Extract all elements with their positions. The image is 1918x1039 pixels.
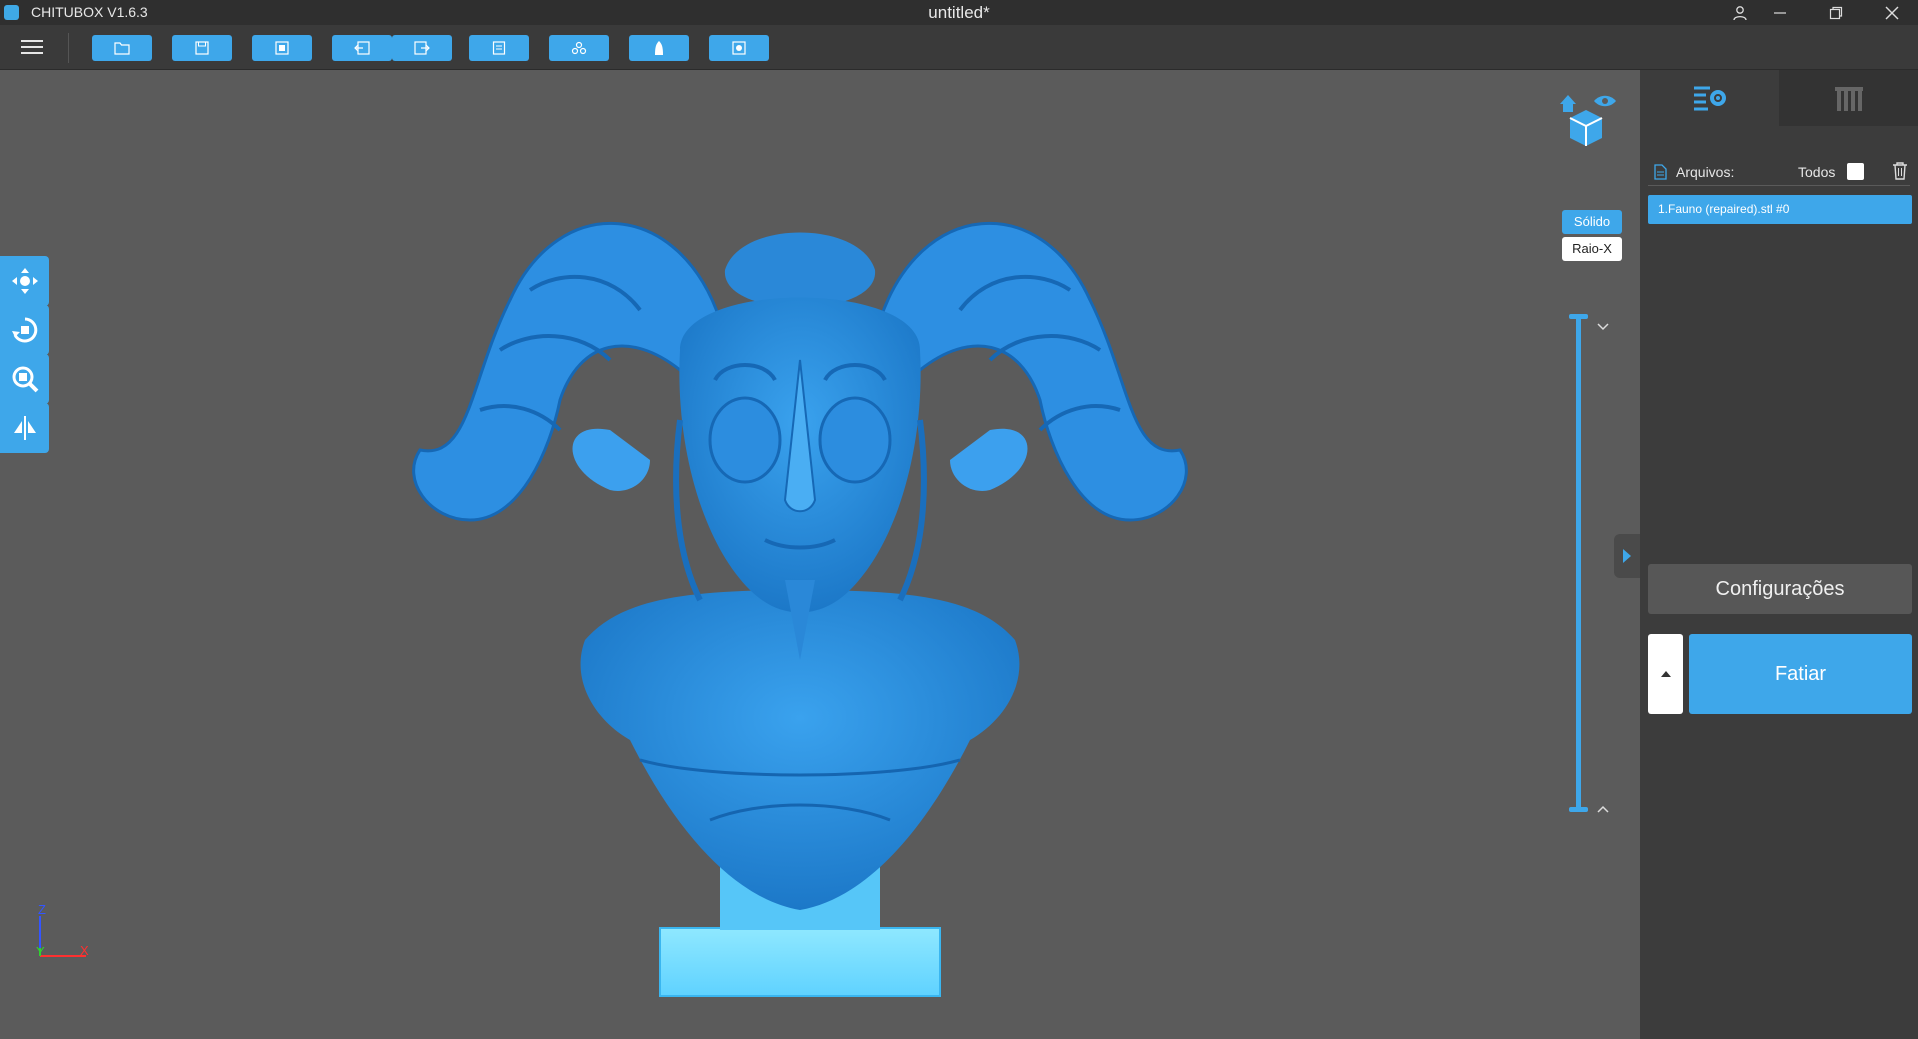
hamburger-menu-button[interactable] bbox=[18, 36, 46, 58]
home-view-icon[interactable] bbox=[1556, 90, 1616, 154]
supports-icon bbox=[1834, 87, 1863, 111]
trash-icon[interactable] bbox=[1892, 162, 1908, 180]
right-panel: Arquivos: Todos 1.Fauno (repaired).stl #… bbox=[1640, 70, 1918, 1039]
restore-icon bbox=[1829, 6, 1843, 19]
hollow-button[interactable] bbox=[629, 35, 689, 61]
xray-mode-button[interactable]: Raio-X bbox=[1562, 237, 1622, 261]
main-toolbar bbox=[0, 25, 1918, 70]
view-cube[interactable] bbox=[1556, 90, 1616, 154]
files-label: Arquivos: bbox=[1676, 164, 1735, 180]
scale-icon bbox=[12, 366, 38, 393]
copies-icon bbox=[571, 41, 587, 55]
save-file-button[interactable] bbox=[172, 35, 232, 61]
close-button[interactable] bbox=[1868, 0, 1916, 25]
caret-up-icon bbox=[1660, 671, 1671, 677]
select-all-checkbox[interactable] bbox=[1847, 163, 1864, 180]
multiply-button[interactable] bbox=[549, 35, 609, 61]
rotate-tool-button[interactable] bbox=[0, 305, 49, 355]
app-logo-icon bbox=[4, 5, 19, 20]
file-icon bbox=[1654, 164, 1667, 180]
file-list-item[interactable]: 1.Fauno (repaired).stl #0 bbox=[1648, 195, 1912, 224]
list-icon bbox=[492, 41, 506, 55]
user-icon bbox=[1733, 5, 1747, 20]
frame-icon bbox=[275, 41, 289, 55]
slice-button[interactable]: Fatiar bbox=[1689, 634, 1912, 714]
axis-indicator: Z Y X bbox=[30, 898, 100, 968]
slice-options-button[interactable] bbox=[1648, 634, 1683, 714]
move-tool-button[interactable] bbox=[0, 256, 49, 306]
hollow-icon bbox=[655, 41, 663, 55]
rotate-icon bbox=[11, 317, 37, 343]
folder-icon bbox=[114, 42, 130, 55]
undo-icon bbox=[354, 41, 370, 55]
panel-toggle-button[interactable] bbox=[1614, 534, 1640, 578]
axis-x-label: X bbox=[80, 943, 89, 958]
panel-tabs bbox=[1640, 70, 1918, 126]
chevron-up-icon bbox=[1597, 805, 1609, 813]
redo-button[interactable] bbox=[392, 35, 452, 61]
title-bar: CHITUBOX V1.6.3 untitled* bbox=[0, 0, 1918, 25]
solid-mode-button[interactable]: Sólido bbox=[1562, 210, 1622, 234]
files-header: Arquivos: Todos bbox=[1648, 158, 1910, 186]
document-title: untitled* bbox=[928, 3, 990, 22]
redo-icon bbox=[414, 41, 430, 55]
mirror-icon bbox=[13, 416, 36, 440]
toolbar-divider bbox=[68, 33, 69, 63]
select-all-label: Todos bbox=[1798, 164, 1836, 180]
3d-viewport[interactable]: Sólido Raio-X Z Y X bbox=[0, 70, 1640, 1039]
close-icon bbox=[1885, 6, 1899, 19]
minimize-button[interactable] bbox=[1756, 0, 1804, 25]
minimize-icon bbox=[1774, 11, 1786, 14]
slider-up-button[interactable] bbox=[1597, 800, 1609, 818]
slider-bottom-handle[interactable] bbox=[1569, 807, 1588, 812]
tab-model-settings[interactable] bbox=[1640, 70, 1779, 126]
chevron-down-icon bbox=[1597, 323, 1609, 331]
save-icon bbox=[195, 41, 209, 55]
open-file-button[interactable] bbox=[92, 35, 152, 61]
app-title: CHITUBOX V1.6.3 bbox=[31, 4, 148, 20]
undo-button[interactable] bbox=[332, 35, 392, 61]
move-icon bbox=[11, 268, 38, 294]
mirror-tool-button[interactable] bbox=[0, 403, 49, 453]
hole-icon bbox=[732, 41, 746, 55]
slider-down-button[interactable] bbox=[1597, 318, 1609, 336]
faun-model[interactable] bbox=[380, 120, 1220, 1020]
restore-button[interactable] bbox=[1812, 0, 1860, 25]
auto-layout-button[interactable] bbox=[252, 35, 312, 61]
settings-button[interactable]: Configurações bbox=[1648, 564, 1912, 614]
axis-z-label: Z bbox=[38, 902, 46, 917]
tab-supports[interactable] bbox=[1779, 70, 1918, 126]
axis-y-label: Y bbox=[36, 944, 45, 959]
settings-list-icon bbox=[1693, 86, 1726, 111]
layer-slider[interactable] bbox=[1576, 317, 1581, 809]
dig-hole-button[interactable] bbox=[709, 35, 769, 61]
list-button[interactable] bbox=[469, 35, 529, 61]
play-right-icon bbox=[1623, 549, 1631, 563]
scale-tool-button[interactable] bbox=[0, 354, 49, 404]
